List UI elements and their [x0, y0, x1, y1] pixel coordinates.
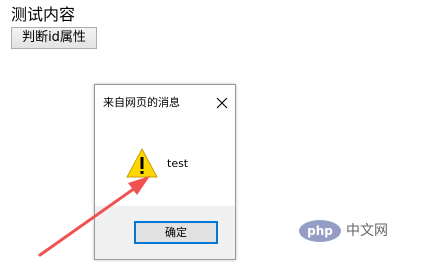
watermark-site-text: 中文网: [346, 223, 388, 239]
check-id-attribute-button[interactable]: 判断id属性: [11, 27, 97, 49]
dialog-message: test: [167, 157, 189, 170]
warning-icon: [126, 147, 158, 178]
dialog-titlebar: 来自网页的消息: [95, 85, 235, 121]
test-content-text: 测试内容: [11, 5, 76, 24]
php-logo-text: php: [307, 224, 333, 238]
dialog-title: 来自网页的消息: [103, 96, 180, 109]
ok-button[interactable]: 确定: [134, 221, 218, 244]
alert-dialog: 来自网页的消息 test 确定: [94, 84, 236, 260]
dialog-footer: 确定: [95, 206, 235, 259]
php-logo-icon: php: [299, 220, 341, 242]
close-icon[interactable]: [215, 96, 229, 110]
